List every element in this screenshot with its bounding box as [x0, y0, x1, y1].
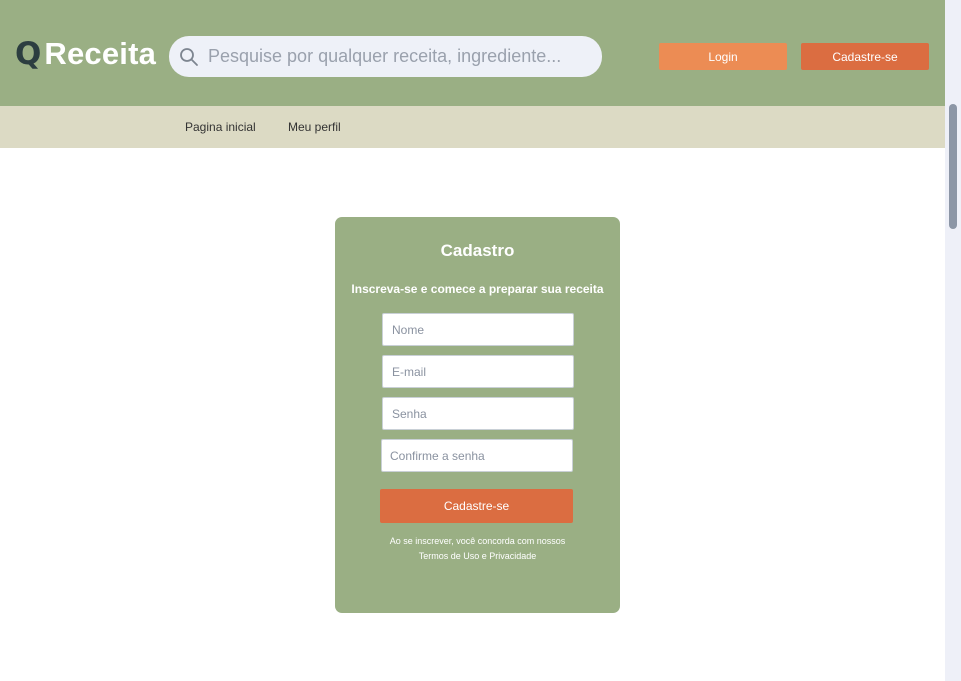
nav-item-home[interactable]: Pagina inicial [185, 120, 256, 134]
scrollbar[interactable] [945, 0, 961, 681]
email-field[interactable] [382, 355, 574, 388]
page: Q Receita Login Cadastre-se Pagina inici… [0, 0, 961, 681]
logo-mark: Q [15, 36, 42, 72]
logo-text: Receita [44, 36, 157, 71]
header: Q Receita Login Cadastre-se [0, 0, 945, 106]
terms-link[interactable]: Termos de Uso e Privacidade [335, 549, 620, 564]
confirm-password-field[interactable] [381, 439, 573, 472]
scrollbar-thumb[interactable] [949, 104, 957, 229]
search-icon[interactable] [179, 47, 199, 67]
form-title: Cadastro [440, 241, 515, 260]
nav-bar: Pagina inicial Meu perfil [0, 106, 945, 148]
terms-notice: Ao se inscrever, você concorda com nosso… [335, 534, 620, 564]
submit-signup-button[interactable]: Cadastre-se [380, 489, 573, 523]
search-bar [169, 36, 602, 77]
search-input[interactable] [208, 46, 588, 67]
logo[interactable]: Q Receita [15, 34, 156, 74]
terms-text: Ao se inscrever, você concorda com nosso… [389, 536, 566, 546]
nav-item-profile[interactable]: Meu perfil [288, 120, 341, 134]
password-field[interactable] [382, 397, 574, 430]
signup-card: Cadastro Inscreva-se e comece a preparar… [335, 217, 620, 613]
signup-button[interactable]: Cadastre-se [801, 43, 929, 70]
form-subtitle: Inscreva-se e comece a preparar sua rece… [351, 282, 604, 296]
login-button[interactable]: Login [659, 43, 787, 70]
name-field[interactable] [382, 313, 574, 346]
